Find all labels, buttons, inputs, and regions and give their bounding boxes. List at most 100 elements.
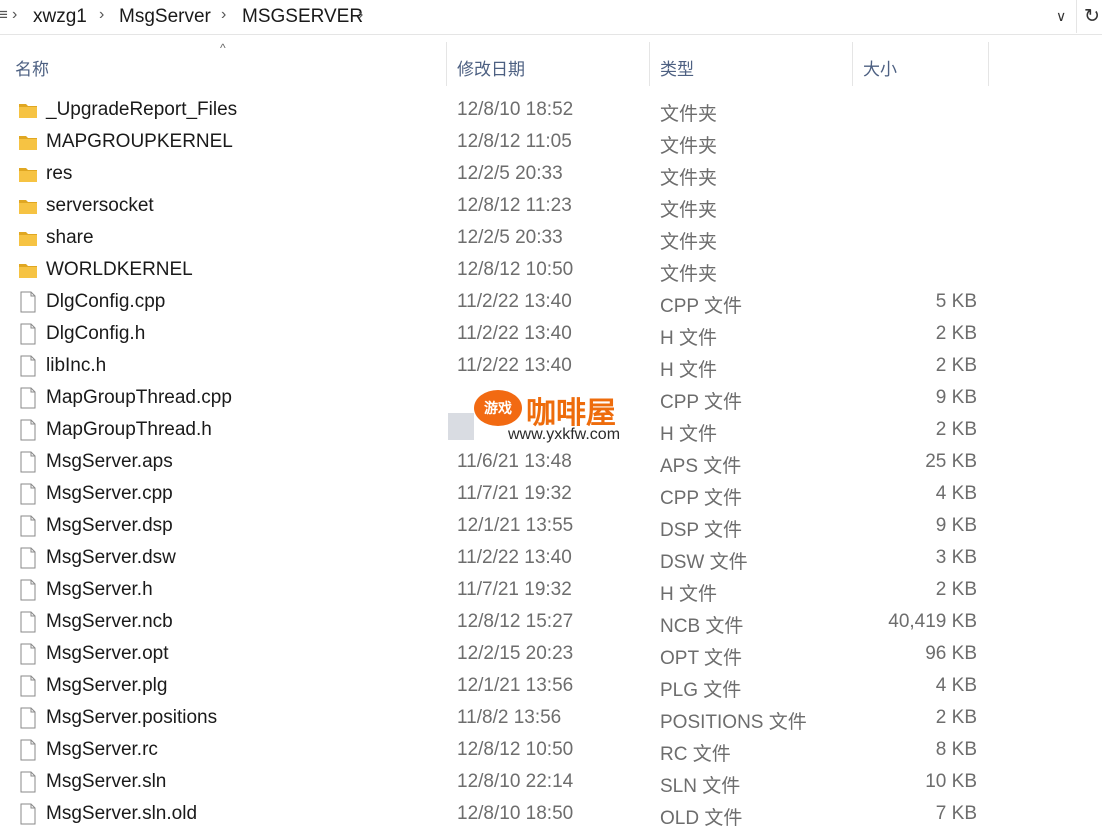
file-name: MsgServer.rc [46,739,158,760]
chevron-down-icon[interactable]: ∨ [1056,8,1066,25]
file-size: 2 KB [935,323,977,344]
file-row[interactable]: MsgServer.dsp 12/1/21 13:55 DSP 文件 9 KB [0,510,1102,542]
breadcrumb-separator: › [12,6,18,23]
file-row[interactable]: DlgConfig.cpp 11/2/22 13:40 CPP 文件 5 KB [0,286,1102,318]
file-type: H 文件 [660,328,718,349]
column-header-size[interactable]: 大小 [853,42,989,86]
folder-icon [18,195,38,217]
refresh-icon[interactable]: ↻ [1084,5,1100,28]
file-icon [18,643,38,665]
file-name: MsgServer.sln [46,771,167,792]
file-name: MapGroupThread.h [46,419,212,440]
folder-row[interactable]: share 12/2/5 20:33 文件夹 [0,222,1102,254]
file-row[interactable]: MsgServer.rc 12/8/12 10:50 RC 文件 8 KB [0,734,1102,766]
column-header-date[interactable]: 修改日期 [447,42,650,86]
breadcrumb-separator: › [358,6,364,23]
file-row[interactable]: libInc.h 11/2/22 13:40 H 文件 2 KB [0,350,1102,382]
file-type: OPT 文件 [660,648,742,669]
file-icon [18,323,38,345]
file-name: MsgServer.dsp [46,515,173,536]
folder-row[interactable]: WORLDKERNEL 12/8/12 10:50 文件夹 [0,254,1102,286]
file-date: 12/2/15 20:23 [457,643,574,664]
breadcrumb[interactable]: ≡ › xwzg1 › MsgServer › MSGSERVER › ∨ [0,0,1077,33]
file-type: 文件夹 [660,264,718,285]
file-row[interactable]: MsgServer.positions 11/8/2 13:56 POSITIONS… [0,702,1102,734]
file-date: 12/8/10 18:50 [457,803,574,824]
column-header-row: ^ 名称 修改日期 类型 大小 [0,41,1102,86]
file-type: PLG 文件 [660,680,742,701]
file-name: res [46,163,73,184]
file-row[interactable]: DlgConfig.h 11/2/22 13:40 H 文件 2 KB [0,318,1102,350]
folder-icon [18,259,38,281]
file-date: 12/8/10 18:52 [457,99,574,120]
file-row[interactable]: MsgServer.h 11/7/21 19:32 H 文件 2 KB [0,574,1102,606]
file-size: 10 KB [925,771,977,792]
folder-icon [18,131,38,153]
file-name: MsgServer.sln.old [46,803,198,824]
file-type: CPP 文件 [660,488,743,509]
file-type: H 文件 [660,360,718,381]
file-name: MsgServer.positions [46,707,218,728]
folder-row[interactable]: serversocket 12/8/12 11:23 文件夹 [0,190,1102,222]
file-icon [18,707,38,729]
folder-row[interactable]: MAPGROUPKERNEL 12/8/12 11:05 文件夹 [0,126,1102,158]
breadcrumb-item-msgserver-current[interactable]: MSGSERVER [242,6,363,28]
file-name: MsgServer.plg [46,675,168,696]
file-date: 11/2/22 13:40 [457,355,572,376]
file-row[interactable]: MapGroupThread.h H 文件 2 KB [0,414,1102,446]
file-date: 12/1/21 13:55 [457,515,574,536]
file-row[interactable]: MsgServer.aps 11/6/21 13:48 APS 文件 25 KB [0,446,1102,478]
file-date: 11/7/21 19:32 [457,579,572,600]
file-row[interactable]: MsgServer.ncb 12/8/12 15:27 NCB 文件 40,419 K… [0,606,1102,638]
file-size: 3 KB [935,547,977,568]
file-type: RC 文件 [660,744,731,765]
file-size: 2 KB [935,579,977,600]
breadcrumb-item-xwzg1[interactable]: xwzg1 [33,6,87,28]
file-date: 12/8/12 10:50 [457,739,574,760]
file-row[interactable]: MsgServer.cpp 11/7/21 19:32 CPP 文件 4 KB [0,478,1102,510]
file-type: H 文件 [660,424,718,445]
address-bar[interactable]: ≡ › xwzg1 › MsgServer › MSGSERVER › ∨ ↻ [0,0,1102,35]
file-name: MAPGROUPKERNEL [46,131,233,152]
file-size: 7 KB [935,803,977,824]
folder-icon [18,99,38,121]
folder-row[interactable]: _UpgradeReport_Files 12/8/10 18:52 文件夹 [0,94,1102,126]
file-row[interactable]: MsgServer.plg 12/1/21 13:56 PLG 文件 4 KB [0,670,1102,702]
file-icon [18,803,38,825]
sort-ascending-icon: ^ [220,41,226,55]
file-size: 9 KB [935,387,977,408]
file-icon [18,547,38,569]
column-header-type[interactable]: 类型 [650,42,853,86]
file-icon [18,451,38,473]
file-name: MsgServer.ncb [46,611,173,632]
folder-row[interactable]: res 12/2/5 20:33 文件夹 [0,158,1102,190]
file-row[interactable]: MsgServer.opt 12/2/15 20:23 OPT 文件 96 KB [0,638,1102,670]
column-header-type-label: 类型 [660,60,694,79]
file-type: NCB 文件 [660,616,744,637]
column-header-name[interactable]: ^ 名称 [0,41,447,86]
file-date: 12/8/12 15:27 [457,611,574,632]
file-type: DSP 文件 [660,520,743,541]
column-header-name-label: 名称 [15,60,49,79]
file-name: MsgServer.cpp [46,483,173,504]
file-type: POSITIONS 文件 [660,712,807,733]
file-size: 2 KB [935,419,977,440]
file-size: 40,419 KB [888,611,977,632]
file-name: DlgConfig.cpp [46,291,166,312]
file-date: 12/2/5 20:33 [457,163,563,184]
address-stub-icon: ≡ [0,5,8,24]
file-icon [18,611,38,633]
file-date: 12/8/12 11:05 [457,131,572,152]
breadcrumb-item-msgserver[interactable]: MsgServer [119,6,211,28]
file-row[interactable]: MsgServer.dsw 11/2/22 13:40 DSW 文件 3 KB [0,542,1102,574]
file-type: CPP 文件 [660,392,743,413]
file-date: 12/8/12 11:23 [457,195,572,216]
file-size: 4 KB [935,483,977,504]
file-row[interactable]: MsgServer.sln 12/8/10 22:14 SLN 文件 10 KB [0,766,1102,798]
file-row[interactable]: MapGroupThread.cpp CPP 文件 9 KB [0,382,1102,414]
file-size: 2 KB [935,355,977,376]
file-date: 11/7/21 19:32 [457,483,572,504]
file-row[interactable]: MsgServer.sln.old 12/8/10 18:50 OLD 文件 7 KB [0,798,1102,830]
file-date: 12/8/12 10:50 [457,259,574,280]
file-icon [18,771,38,793]
